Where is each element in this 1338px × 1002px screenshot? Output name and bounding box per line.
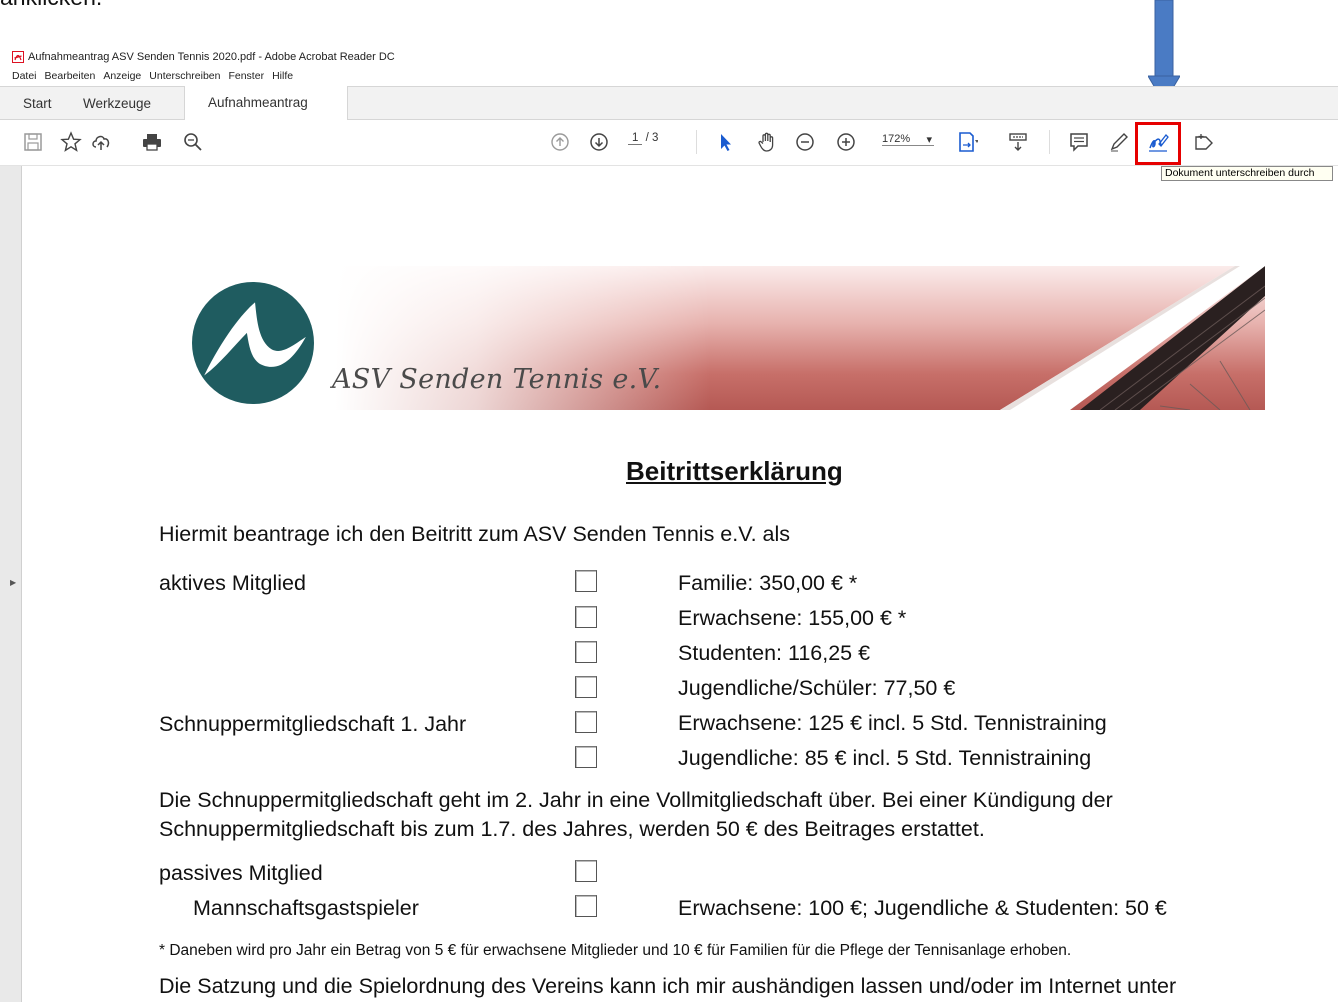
zoom-level-value: 172% [882, 133, 911, 145]
guest-player-label: Mannschaftsgastspieler [193, 896, 419, 920]
checkbox-trial-youth[interactable] [575, 746, 597, 768]
window-title: Aufnahmeantrag ASV Senden Tennis 2020.pd… [28, 51, 395, 63]
instruction-caption: anklicken. [0, 0, 102, 11]
zoom-level-dropdown[interactable]: 172% ▾ [882, 133, 934, 146]
checkbox-passive[interactable] [575, 860, 597, 882]
navigation-pane[interactable]: ▶ [0, 166, 22, 1002]
checkbox-trial-adults[interactable] [575, 711, 597, 733]
menu-datei[interactable]: Datei [12, 70, 37, 82]
hand-tool-icon[interactable] [754, 129, 780, 155]
option-guest-player: Erwachsene: 100 €; Jugendliche & Student… [678, 896, 1167, 920]
club-logo-icon [192, 282, 314, 404]
option-adults: Erwachsene: 155,00 € * [678, 606, 907, 630]
trial-note-line-2: Schnuppermitgliedschaft bis zum 1.7. des… [159, 817, 985, 841]
trial-member-label: Schnuppermitgliedschaft 1. Jahr [159, 712, 467, 736]
window-titlebar: Aufnahmeantrag ASV Senden Tennis 2020.pd… [0, 48, 1338, 66]
zoom-out-icon[interactable] [792, 129, 818, 155]
menu-anzeige[interactable]: Anzeige [103, 70, 141, 82]
tab-bar: Start Werkzeuge Aufnahmeantrag A...× [0, 86, 1338, 143]
checkbox-adults[interactable] [575, 606, 597, 628]
zoom-dropdown-caret: ▾ [926, 134, 932, 146]
trial-note-line-1: Die Schnuppermitgliedschaft geht im 2. J… [159, 788, 1113, 812]
sign-button-highlight [1135, 122, 1181, 165]
select-cursor-icon[interactable] [713, 129, 739, 155]
previous-page-icon[interactable] [547, 129, 573, 155]
print-icon[interactable] [139, 129, 165, 155]
save-icon[interactable] [20, 129, 46, 155]
next-page-icon[interactable] [586, 129, 612, 155]
tab-start[interactable]: Start [23, 87, 52, 120]
option-students: Studenten: 116,25 € [678, 641, 871, 665]
highlight-pen-icon[interactable] [1106, 129, 1132, 155]
menu-bar: Datei Bearbeiten Anzeige Unterschreiben … [0, 67, 1338, 84]
tennis-net-image [1000, 266, 1265, 410]
toolbar-separator [1049, 130, 1050, 154]
fit-page-icon[interactable] [954, 129, 980, 155]
menu-bearbeiten[interactable]: Bearbeiten [45, 70, 96, 82]
page-indicator: 1 / 3 [628, 132, 658, 145]
tab-document[interactable]: Aufnahmeantrag A...× [184, 86, 348, 143]
passive-member-label: passives Mitglied [159, 861, 323, 885]
intro-text: Hiermit beantrage ich den Beitritt zum A… [159, 522, 791, 546]
option-youth: Jugendliche/Schüler: 77,50 € [678, 676, 956, 700]
club-name: ASV Senden Tennis e.V. [332, 364, 662, 395]
zoom-search-icon[interactable] [180, 129, 206, 155]
expand-pane-icon[interactable]: ▶ [10, 578, 16, 587]
tab-werkzeuge[interactable]: Werkzeuge [83, 87, 151, 120]
checkbox-guest-player[interactable] [575, 895, 597, 917]
acrobat-pdf-icon [12, 51, 24, 63]
option-trial-adults: Erwachsene: 125 € incl. 5 Std. Tennistra… [678, 711, 1107, 735]
page-total: / 3 [645, 132, 659, 144]
toolbar-separator [696, 130, 697, 154]
active-member-label: aktives Mitglied [159, 571, 306, 595]
menu-hilfe[interactable]: Hilfe [272, 70, 293, 82]
cloud-upload-icon[interactable] [88, 129, 114, 155]
option-family: Familie: 350,00 € * [678, 571, 858, 595]
form-heading: Beitrittserklärung [626, 456, 843, 486]
sign-tooltip: Dokument unterschreiben durch [1161, 166, 1333, 181]
page-number-input[interactable]: 1 [628, 132, 643, 145]
menu-fenster[interactable]: Fenster [228, 70, 264, 82]
statutes-text: Die Satzung und die Spielordnung des Ver… [159, 974, 1177, 998]
comment-icon[interactable] [1066, 129, 1092, 155]
bookmark-star-icon[interactable] [58, 129, 84, 155]
checkbox-youth[interactable] [575, 676, 597, 698]
checkbox-family[interactable] [575, 570, 597, 592]
checkbox-students[interactable] [575, 641, 597, 663]
option-trial-youth: Jugendliche: 85 € incl. 5 Std. Tennistra… [678, 746, 1092, 770]
zoom-in-icon[interactable] [833, 129, 859, 155]
club-banner: ASV Senden Tennis e.V. [190, 266, 1265, 410]
menu-unterschreiben[interactable]: Unterschreiben [149, 70, 220, 82]
fee-footnote: * Daneben wird pro Jahr ein Betrag von 5… [159, 942, 1072, 959]
scroll-mode-icon[interactable] [1005, 129, 1031, 155]
fill-sign-tag-icon[interactable] [1191, 129, 1217, 155]
